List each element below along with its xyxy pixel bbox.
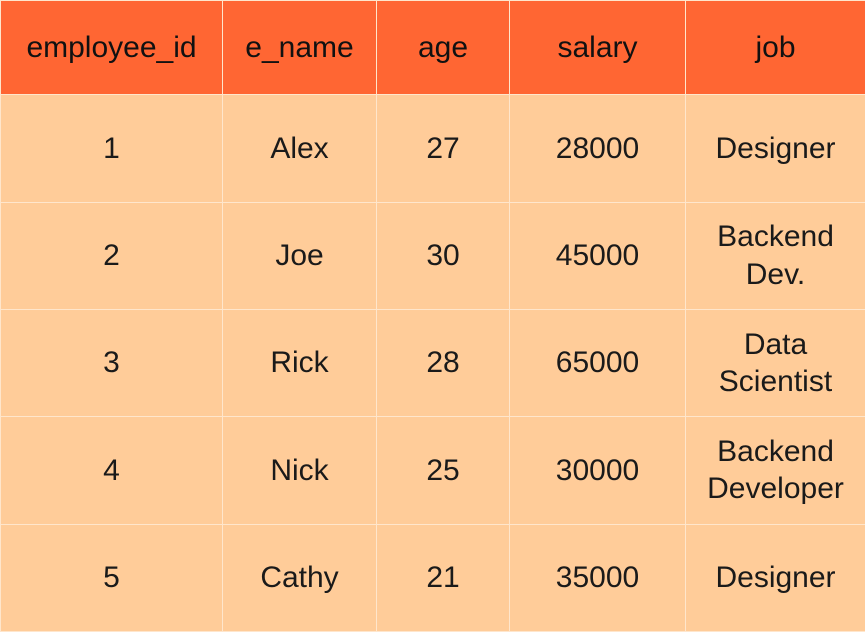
cell-employee-id: 5: [1, 524, 223, 631]
column-header-e-name: e_name: [223, 1, 377, 95]
cell-employee-id: 2: [1, 202, 223, 309]
cell-job: Backend Dev.: [686, 202, 865, 309]
table-row: 4 Nick 25 30000 Backend Developer: [1, 417, 865, 524]
table-row: 5 Cathy 21 35000 Designer: [1, 524, 865, 631]
table-header-row: employee_id e_name age salary job: [1, 1, 865, 95]
employee-table: employee_id e_name age salary job 1 Alex…: [0, 0, 865, 632]
cell-employee-id: 1: [1, 95, 223, 202]
cell-age: 25: [377, 417, 510, 524]
cell-job: Data Scientist: [686, 309, 865, 416]
cell-salary: 65000: [510, 309, 686, 416]
cell-salary: 45000: [510, 202, 686, 309]
column-header-employee-id: employee_id: [1, 1, 223, 95]
cell-age: 21: [377, 524, 510, 631]
cell-e-name: Alex: [223, 95, 377, 202]
cell-age: 28: [377, 309, 510, 416]
table-row: 2 Joe 30 45000 Backend Dev.: [1, 202, 865, 309]
cell-salary: 28000: [510, 95, 686, 202]
cell-employee-id: 3: [1, 309, 223, 416]
column-header-job: job: [686, 1, 865, 95]
cell-e-name: Joe: [223, 202, 377, 309]
cell-job: Designer: [686, 95, 865, 202]
cell-age: 27: [377, 95, 510, 202]
table-row: 1 Alex 27 28000 Designer: [1, 95, 865, 202]
cell-salary: 35000: [510, 524, 686, 631]
cell-age: 30: [377, 202, 510, 309]
column-header-age: age: [377, 1, 510, 95]
column-header-salary: salary: [510, 1, 686, 95]
cell-e-name: Nick: [223, 417, 377, 524]
cell-e-name: Cathy: [223, 524, 377, 631]
cell-e-name: Rick: [223, 309, 377, 416]
cell-job: Designer: [686, 524, 865, 631]
cell-employee-id: 4: [1, 417, 223, 524]
cell-job: Backend Developer: [686, 417, 865, 524]
cell-salary: 30000: [510, 417, 686, 524]
table-row: 3 Rick 28 65000 Data Scientist: [1, 309, 865, 416]
